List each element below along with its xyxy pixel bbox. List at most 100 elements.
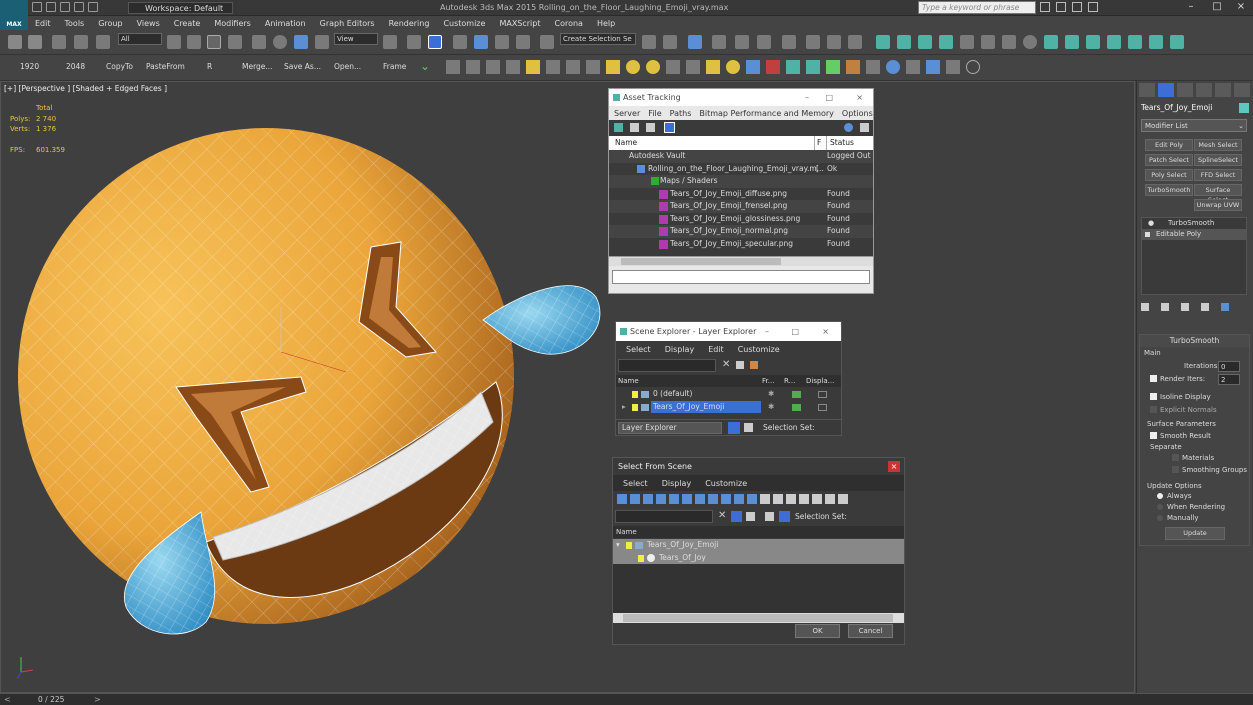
- new-icon[interactable]: [32, 2, 42, 12]
- previous-frame-icon[interactable]: <: [4, 695, 11, 704]
- column-f[interactable]: F: [814, 136, 826, 150]
- open-icon[interactable]: [46, 2, 56, 12]
- menu-corona[interactable]: Corona: [548, 19, 590, 28]
- render-teapot-icon[interactable]: [792, 403, 801, 411]
- funnel-icon[interactable]: [812, 494, 822, 504]
- expand-icon[interactable]: ▸: [622, 401, 626, 414]
- camera-icon[interactable]: [981, 35, 995, 49]
- dome-light-icon[interactable]: [1002, 35, 1016, 49]
- maximize-icon[interactable]: □: [791, 322, 799, 341]
- brush-icon[interactable]: [586, 60, 600, 74]
- render-iters-spinner[interactable]: 2: [1218, 374, 1240, 385]
- menu-edit[interactable]: Edit: [28, 19, 58, 28]
- close-icon[interactable]: ×: [822, 322, 829, 341]
- render-teapot-icon[interactable]: [792, 391, 801, 398]
- display-none-icon[interactable]: [786, 494, 796, 504]
- menu-edit[interactable]: Edit: [708, 345, 724, 354]
- edit-named-selection-icon[interactable]: [540, 35, 554, 49]
- object-color-swatch[interactable]: [1239, 103, 1249, 113]
- asset-row[interactable]: Tears_Of_Joy_Emoji_specular.png Found: [609, 238, 873, 251]
- find-input[interactable]: [615, 510, 713, 523]
- placement-icon[interactable]: [315, 35, 329, 49]
- column-render[interactable]: R...: [784, 375, 806, 387]
- fx-icon[interactable]: [786, 60, 800, 74]
- material-sphere-icon[interactable]: [886, 60, 900, 74]
- next-frame-icon[interactable]: >: [94, 695, 101, 704]
- asset-row[interactable]: Tears_Of_Joy_Emoji_glossiness.png Found: [609, 213, 873, 226]
- open-button[interactable]: Open...: [334, 62, 361, 71]
- render-setup-icon[interactable]: [806, 35, 820, 49]
- menu-views[interactable]: Views: [130, 19, 167, 28]
- menu-maxscript[interactable]: MAXScript: [492, 19, 547, 28]
- user-icon[interactable]: [1056, 2, 1066, 12]
- minimize-icon[interactable]: –: [805, 89, 809, 106]
- path-field[interactable]: [612, 270, 870, 284]
- layers-icon[interactable]: [765, 512, 774, 521]
- table-view-icon[interactable]: [646, 123, 655, 132]
- select-dependents-icon[interactable]: [746, 512, 755, 521]
- scale-icon[interactable]: [294, 35, 308, 49]
- expand-icon[interactable]: [1145, 232, 1150, 237]
- configure-sets-icon[interactable]: [1221, 303, 1229, 311]
- redo-icon[interactable]: [28, 35, 42, 49]
- display-groups-icon[interactable]: [695, 494, 705, 504]
- viewport-label[interactable]: [+] [Perspective ] [Shaded + Edged Faces…: [4, 84, 167, 93]
- sphere-icon[interactable]: [1023, 35, 1037, 49]
- menu-bitmap-performance[interactable]: Bitmap Performance and Memory: [699, 109, 834, 118]
- menu-customize[interactable]: Customize: [705, 479, 747, 488]
- display-icon[interactable]: [818, 403, 827, 411]
- preset-2048-button[interactable]: 2048: [66, 62, 85, 71]
- display-geometry-icon[interactable]: [617, 494, 627, 504]
- column-name[interactable]: Name: [609, 136, 814, 150]
- sort-icon[interactable]: [825, 494, 835, 504]
- rect-light-icon[interactable]: [606, 60, 620, 74]
- link-icon[interactable]: [52, 35, 66, 49]
- explorer-type-dropdown[interactable]: Layer Explorer: [618, 422, 722, 434]
- scene-search-input[interactable]: [618, 359, 716, 372]
- smooth-result-checkbox[interactable]: [1150, 432, 1157, 439]
- rotate-icon[interactable]: [273, 35, 287, 49]
- invert-display-icon[interactable]: [799, 494, 809, 504]
- snaps-toggle-icon[interactable]: [453, 35, 467, 49]
- frame-buffer-icon[interactable]: [960, 35, 974, 49]
- menu-create[interactable]: Create: [167, 19, 208, 28]
- options-icon[interactable]: [838, 494, 848, 504]
- column-status[interactable]: Status: [826, 136, 873, 150]
- stack-item[interactable]: Editable Poly: [1142, 229, 1246, 240]
- percent-snap-icon[interactable]: [495, 35, 509, 49]
- figure-icon[interactable]: [866, 60, 880, 74]
- menu-select[interactable]: Select: [623, 479, 648, 488]
- help-icon[interactable]: [844, 123, 853, 132]
- workspace-dropdown[interactable]: Workspace: Default: [128, 2, 233, 14]
- viewport-icon[interactable]: [1128, 35, 1142, 49]
- display-lights-icon[interactable]: [643, 494, 653, 504]
- settings-icon[interactable]: [860, 123, 869, 132]
- mesh-select-button[interactable]: Mesh Select: [1194, 139, 1242, 151]
- particles-icon[interactable]: [746, 60, 760, 74]
- list-view-icon[interactable]: [630, 123, 639, 132]
- rendered-frame-window-icon[interactable]: [827, 35, 841, 49]
- bulb-icon[interactable]: ●: [1148, 218, 1154, 229]
- smoothing-groups-checkbox[interactable]: [1172, 466, 1179, 473]
- table-icon[interactable]: [486, 60, 500, 74]
- search-input[interactable]: Type a keyword or phrase: [918, 1, 1036, 14]
- close-icon[interactable]: ×: [888, 461, 900, 472]
- plant-icon[interactable]: [826, 60, 840, 74]
- freeze-icon[interactable]: ✱: [768, 401, 774, 414]
- remove-modifier-icon[interactable]: [1201, 303, 1209, 311]
- bars-icon[interactable]: [946, 60, 960, 74]
- menu-select[interactable]: Select: [626, 345, 651, 354]
- star-icon[interactable]: [1072, 2, 1082, 12]
- spline-select-button[interactable]: SplineSelect: [1194, 154, 1242, 166]
- eye-icon[interactable]: [1149, 35, 1163, 49]
- render-icon[interactable]: [906, 60, 920, 74]
- scrollbar-thumb[interactable]: [621, 258, 781, 265]
- undo-icon[interactable]: [8, 35, 22, 49]
- grid-view-icon[interactable]: [664, 122, 675, 133]
- hair-icon[interactable]: [846, 60, 860, 74]
- layer-manager-icon[interactable]: [688, 35, 702, 49]
- frame-counter[interactable]: 0 / 225: [38, 695, 64, 704]
- speaker-icon[interactable]: [566, 60, 580, 74]
- bulb-icon[interactable]: [1170, 35, 1184, 49]
- plane-icon[interactable]: [1044, 35, 1058, 49]
